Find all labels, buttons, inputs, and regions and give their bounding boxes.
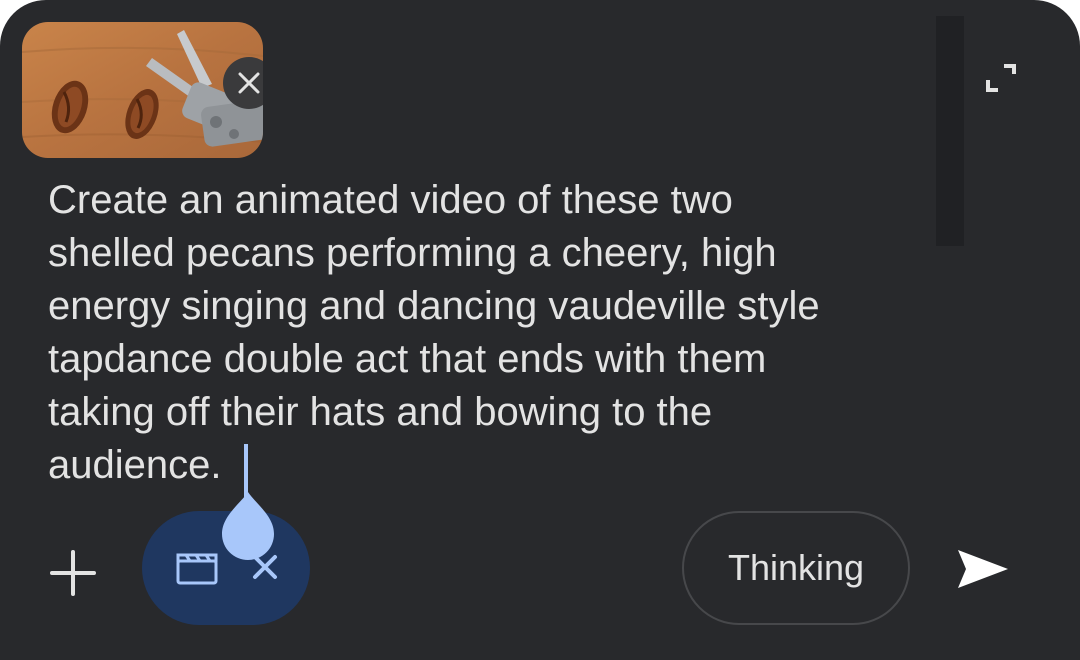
expand-button[interactable] [980,56,1020,96]
plus-icon [50,550,96,596]
model-mode-button[interactable]: Thinking [682,511,910,625]
close-icon [238,72,260,94]
text-selection-handle[interactable] [220,490,276,562]
attached-image-thumbnail[interactable] [22,22,263,158]
video-icon [176,553,218,585]
send-icon [958,550,1008,588]
send-button[interactable] [952,544,1012,594]
prompt-composer: Create an animated video of these two sh… [0,0,1080,660]
scrollbar[interactable] [936,16,964,246]
expand-icon [986,64,1016,92]
add-attachment-button[interactable] [48,548,98,598]
prompt-input[interactable]: Create an animated video of these two sh… [48,174,918,492]
